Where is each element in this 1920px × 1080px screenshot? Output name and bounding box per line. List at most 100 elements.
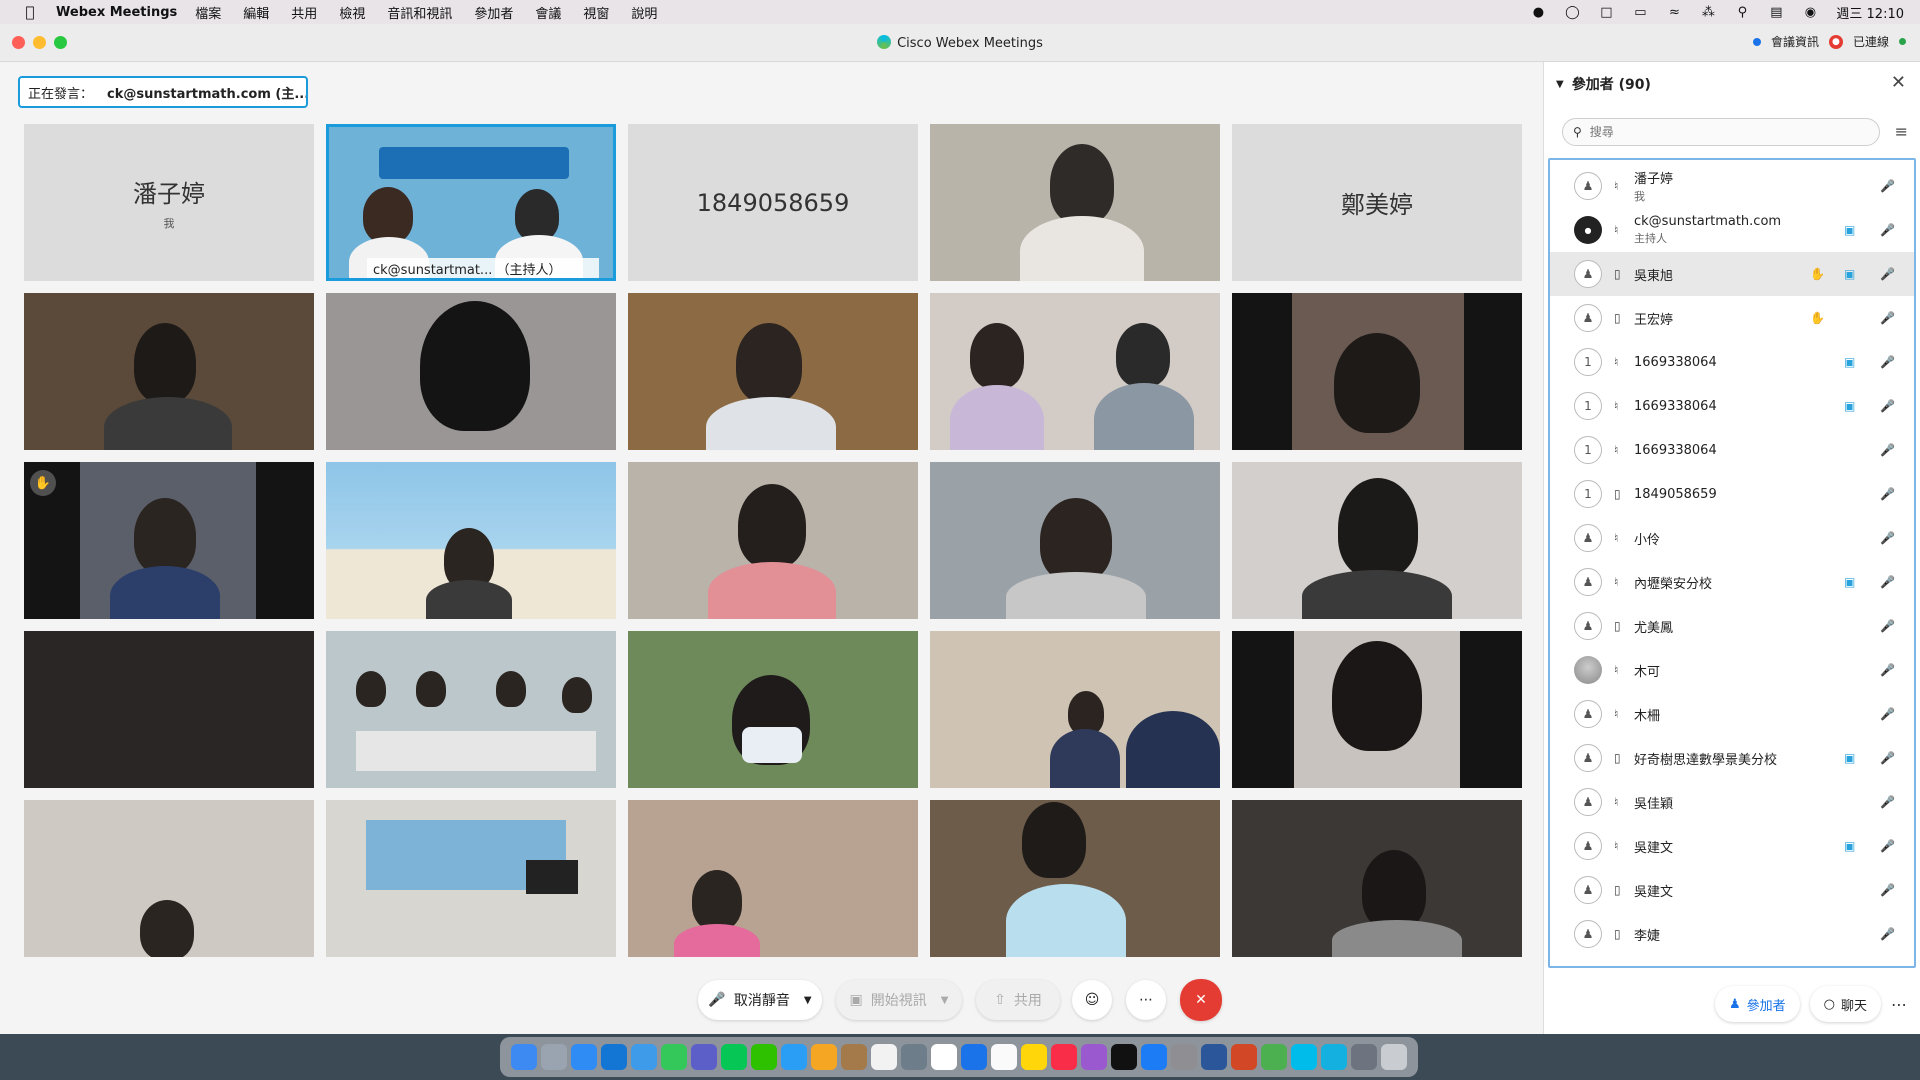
video-tile[interactable]	[24, 800, 314, 957]
participant-row[interactable]: ♟ ♮ 內壢榮安分校 ▣ 🎤	[1550, 560, 1914, 604]
video-tile[interactable]: ✋	[24, 462, 314, 619]
siri-icon[interactable]: ◉	[1802, 4, 1818, 20]
launchpad-icon[interactable]	[541, 1044, 567, 1070]
muted-mic-icon[interactable]: 🎤	[1880, 355, 1895, 369]
menu-participants[interactable]: 參加者	[474, 3, 513, 22]
video-tile-host[interactable]: ck@sunstartmat... （主持人）	[326, 124, 616, 281]
participant-row[interactable]: 1 ♮ 1669338064 🎤	[1550, 428, 1914, 472]
muted-mic-icon[interactable]: 🎤	[1880, 619, 1895, 633]
chat-tab-button[interactable]: ○ 聊天	[1809, 986, 1881, 1022]
participant-row[interactable]: 1 ♮ 1669338064 ▣ 🎤	[1550, 384, 1914, 428]
wifi-icon[interactable]: ≈	[1666, 4, 1682, 20]
reminders-icon[interactable]	[991, 1044, 1017, 1070]
video-tile[interactable]	[1232, 631, 1522, 788]
participant-row[interactable]: ♟ ♮ 吳佳穎 🎤	[1550, 780, 1914, 824]
muted-mic-icon[interactable]: 🎤	[1880, 927, 1895, 941]
video-tile[interactable]	[628, 800, 918, 957]
muted-mic-icon[interactable]: 🎤	[1880, 575, 1895, 589]
muted-mic-icon[interactable]: 🎤	[1880, 179, 1895, 193]
leave-meeting-button[interactable]: ✕	[1180, 979, 1222, 1021]
video-tile[interactable]	[326, 293, 616, 450]
video-tile[interactable]	[628, 462, 918, 619]
unmute-button[interactable]: 🎤 取消靜音 ▼	[698, 980, 822, 1020]
video-tile[interactable]	[628, 631, 918, 788]
participant-row[interactable]: ♟ ▯ 李婕 🎤	[1550, 912, 1914, 956]
muted-mic-icon[interactable]: 🎤	[1880, 751, 1895, 765]
muted-mic-icon[interactable]: 🎤	[1880, 311, 1895, 325]
muted-mic-icon[interactable]: 🎤	[1880, 883, 1895, 897]
chevron-down-icon[interactable]: ▼	[804, 995, 812, 1006]
apple-icon[interactable]: 	[18, 3, 42, 21]
menu-audio-video[interactable]: 音訊和視訊	[387, 3, 452, 22]
participant-row[interactable]: ♟ ▯ 好奇樹思達數學景美分校 ▣ 🎤	[1550, 736, 1914, 780]
notion-icon[interactable]	[931, 1044, 957, 1070]
trello-icon[interactable]	[961, 1044, 987, 1070]
screen-mirror-icon[interactable]: ▭	[1632, 4, 1648, 20]
menu-view[interactable]: 檢視	[339, 3, 365, 22]
participant-row[interactable]: 1 ♮ 1669338064 ▣ 🎤	[1550, 340, 1914, 384]
participants-tab-button[interactable]: ♟ 參加者	[1714, 986, 1800, 1022]
menu-window[interactable]: 視窗	[583, 3, 609, 22]
reactions-button[interactable]: ☺	[1072, 980, 1112, 1020]
participant-search[interactable]: ⚲	[1562, 118, 1880, 146]
video-tile[interactable]	[326, 631, 616, 788]
control-center-icon[interactable]: ▤	[1768, 4, 1784, 20]
menu-share[interactable]: 共用	[291, 3, 317, 22]
mail-icon[interactable]	[631, 1044, 657, 1070]
video-tile[interactable]	[326, 462, 616, 619]
maps-icon[interactable]	[781, 1044, 807, 1070]
contacts-icon[interactable]	[841, 1044, 867, 1070]
close-panel-button[interactable]: ✕	[1891, 72, 1906, 93]
menu-edit[interactable]: 編輯	[243, 3, 269, 22]
video-tile[interactable]	[24, 631, 314, 788]
muted-mic-icon[interactable]: 🎤	[1880, 795, 1895, 809]
muted-mic-icon[interactable]: 🎤	[1880, 487, 1895, 501]
mic-active-icon[interactable]: 🎤	[1880, 223, 1895, 237]
menubar-clock[interactable]: 週三 12:10	[1836, 3, 1904, 22]
menu-meeting[interactable]: 會議	[535, 3, 561, 22]
participant-row[interactable]: ♟ ▯ 吳東旭 ✋ ▣ 🎤	[1550, 252, 1914, 296]
screen-record-icon[interactable]: ◯	[1564, 4, 1580, 20]
webex-status-icon[interactable]: ●	[1530, 4, 1546, 20]
music-icon[interactable]	[1051, 1044, 1077, 1070]
word-icon[interactable]	[1201, 1044, 1227, 1070]
bluetooth-icon[interactable]: ⁂	[1700, 4, 1716, 20]
video-tile[interactable]	[628, 293, 918, 450]
video-tile[interactable]	[24, 293, 314, 450]
teams-icon[interactable]	[691, 1044, 717, 1070]
video-tile[interactable]	[930, 631, 1220, 788]
participant-row[interactable]: 1 ▯ 1849058659 🎤	[1550, 472, 1914, 516]
webex-meetings-icon[interactable]	[1321, 1044, 1347, 1070]
video-tile[interactable]	[930, 293, 1220, 450]
podcasts-icon[interactable]	[1081, 1044, 1107, 1070]
participant-row[interactable]: ♟ ▯ 王宏婷 ✋ 🎤	[1550, 296, 1914, 340]
participant-row[interactable]: ● ♮ ck@sunstartmath.com 主持人 ▣ 🎤	[1550, 208, 1914, 252]
video-tile[interactable]	[930, 800, 1220, 957]
video-tile[interactable]	[1232, 293, 1522, 450]
wechat-icon[interactable]	[751, 1044, 777, 1070]
muted-mic-icon[interactable]: 🎤	[1880, 839, 1895, 853]
muted-mic-icon[interactable]: 🎤	[1880, 707, 1895, 721]
recording-icon[interactable]: ●	[1828, 34, 1843, 49]
participant-row[interactable]: ♮ 木可 🎤	[1550, 648, 1914, 692]
participant-row[interactable]: ♟ ♮ 潘子婷我 🎤	[1550, 164, 1914, 208]
menu-help[interactable]: 說明	[631, 3, 657, 22]
app-menu[interactable]: Webex Meetings	[56, 5, 177, 20]
more-icon[interactable]: ⋯	[1891, 995, 1907, 1014]
participants-header[interactable]: ▼ 參加者 (90)	[1556, 74, 1651, 94]
messages-icon[interactable]	[661, 1044, 687, 1070]
search-input[interactable]	[1589, 125, 1850, 139]
participant-row[interactable]: ♟ ♮ 木柵 🎤	[1550, 692, 1914, 736]
participant-list[interactable]: ♟ ♮ 潘子婷我 🎤 ● ♮ ck@sunstartmath.com 主持人 ▣ …	[1548, 158, 1916, 968]
app-store-icon[interactable]	[1141, 1044, 1167, 1070]
participant-row[interactable]: ♟ ♮ 小伶 🎤	[1550, 516, 1914, 560]
app-icon[interactable]	[1261, 1044, 1287, 1070]
powerpoint-icon[interactable]	[1231, 1044, 1257, 1070]
outlook-icon[interactable]	[601, 1044, 627, 1070]
video-tile[interactable]: 1849058659	[628, 124, 918, 281]
line-icon[interactable]	[721, 1044, 747, 1070]
trash-icon[interactable]	[1381, 1044, 1407, 1070]
video-tile[interactable]	[326, 800, 616, 957]
video-tile[interactable]	[930, 124, 1220, 281]
muted-mic-icon[interactable]: 🎤	[1880, 267, 1895, 281]
